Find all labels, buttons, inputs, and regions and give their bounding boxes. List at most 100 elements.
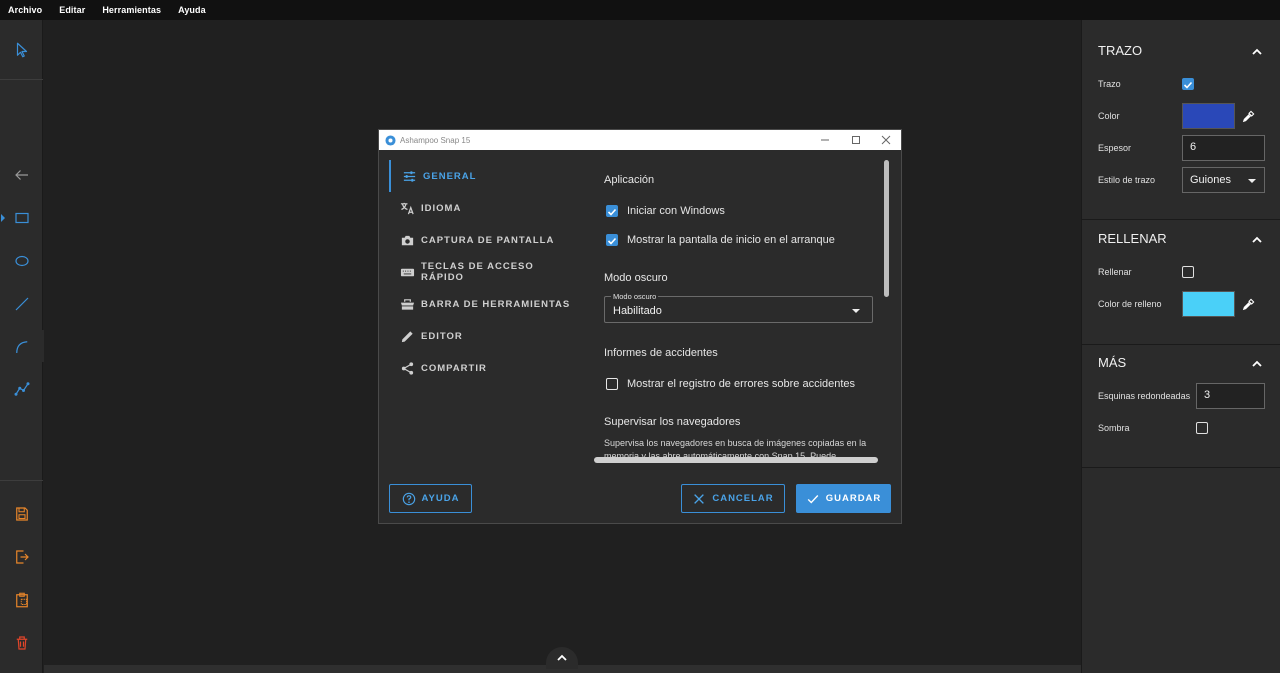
export-tool[interactable]	[0, 540, 43, 574]
informes-heading: Informes de accidentes	[604, 347, 718, 359]
check-icon	[607, 208, 617, 216]
sombra-checkbox[interactable]	[1196, 422, 1208, 434]
nav-label: IDIOMA	[421, 202, 462, 214]
iniciar-windows-option[interactable]: Iniciar con Windows	[606, 205, 725, 217]
eyedropper-icon[interactable]	[1241, 296, 1257, 312]
keyboard-icon	[400, 268, 415, 276]
guardar-label: GUARDAR	[825, 493, 882, 504]
polyline-tool[interactable]	[0, 372, 43, 406]
nav-label: COMPARTIR	[421, 362, 487, 374]
nav-captura[interactable]: CAPTURA DE PANTALLA	[389, 224, 579, 256]
trash-icon	[16, 636, 27, 650]
line-tool[interactable]	[0, 287, 43, 321]
color-relleno-label: Color de relleno	[1098, 299, 1162, 309]
mostrar-inicio-option[interactable]: Mostrar la pantalla de inicio en el arra…	[606, 234, 835, 246]
toolbox-icon	[400, 298, 415, 310]
settings-dialog: Ashampoo Snap 15 GENERAL IDIOMA CAPTURA …	[378, 129, 902, 524]
sombra-label: Sombra	[1098, 423, 1130, 433]
mostrar-registro-checkbox[interactable]	[606, 378, 618, 390]
fill-color-swatch[interactable]	[1182, 291, 1235, 317]
menu-herramientas[interactable]: Herramientas	[102, 5, 161, 15]
trazo-label: Trazo	[1098, 79, 1121, 89]
export-icon	[15, 550, 29, 564]
caret-down-icon	[1248, 179, 1256, 183]
cancelar-label: CANCELAR	[712, 493, 774, 504]
line-icon	[15, 297, 28, 311]
maximize-icon[interactable]	[850, 134, 862, 146]
espesor-input[interactable]: 6	[1182, 135, 1265, 161]
espesor-label: Espesor	[1098, 143, 1132, 153]
toolbar-divider	[0, 480, 43, 481]
estilo-select[interactable]: Guiones	[1182, 167, 1265, 193]
arrow-tool[interactable]	[0, 158, 43, 192]
eyedropper-icon[interactable]	[1241, 108, 1257, 124]
nav-teclas[interactable]: TECLAS DE ACCESO RÁPIDO	[389, 256, 579, 288]
check-icon	[1183, 81, 1193, 89]
translate-icon	[400, 202, 414, 214]
iniciar-windows-label: Iniciar con Windows	[627, 205, 725, 217]
clipboard-tool[interactable]	[0, 583, 43, 617]
nav-label: TECLAS DE ACCESO RÁPIDO	[421, 261, 534, 283]
iniciar-windows-checkbox[interactable]	[606, 205, 618, 217]
ellipse-tool[interactable]	[0, 244, 43, 278]
app-logo-icon	[385, 134, 396, 146]
rellenar-label: Rellenar	[1098, 267, 1132, 277]
nav-barra[interactable]: BARRA DE HERRAMIENTAS	[389, 288, 579, 320]
horizontal-scrollbar[interactable]	[594, 457, 878, 463]
trazo-section: TRAZO Trazo Color Espesor 6 Estilo de tr…	[1082, 20, 1280, 220]
delete-tool[interactable]	[0, 626, 43, 660]
nav-general[interactable]: GENERAL	[389, 160, 579, 192]
supervisar-heading: Supervisar los navegadores	[604, 416, 741, 428]
sliders-icon	[403, 170, 416, 182]
modo-oscuro-value: Habilitado	[613, 305, 662, 317]
cancelar-button[interactable]: CANCELAR	[681, 484, 785, 513]
chevron-up-icon[interactable]	[1251, 358, 1263, 370]
estilo-label: Estilo de trazo	[1098, 175, 1156, 185]
menu-editar[interactable]: Editar	[59, 5, 85, 15]
chevron-up-icon[interactable]	[1251, 46, 1263, 58]
mostrar-inicio-label: Mostrar la pantalla de inicio en el arra…	[627, 234, 835, 246]
nav-compartir[interactable]: COMPARTIR	[389, 352, 579, 384]
scrollbar-thumb[interactable]	[884, 160, 889, 297]
menu-ayuda[interactable]: Ayuda	[178, 5, 206, 15]
nav-editor[interactable]: EDITOR	[389, 320, 579, 352]
rellenar-checkbox[interactable]	[1182, 266, 1194, 278]
nav-label: GENERAL	[423, 170, 477, 182]
chevron-up-icon	[557, 654, 567, 661]
stroke-color-swatch[interactable]	[1182, 103, 1235, 129]
rectangle-tool[interactable]	[0, 201, 43, 235]
estilo-value: Guiones	[1190, 174, 1231, 186]
mostrar-registro-option[interactable]: Mostrar el registro de errores sobre acc…	[606, 378, 855, 390]
save-icon	[15, 507, 28, 521]
arrow-left-icon	[14, 170, 28, 180]
close-icon	[694, 493, 705, 504]
aplicacion-heading: Aplicación	[604, 174, 655, 186]
color-label: Color	[1098, 111, 1120, 121]
ayuda-button[interactable]: AYUDA	[389, 484, 472, 513]
select-tool[interactable]	[0, 33, 43, 67]
check-icon	[607, 237, 617, 245]
toolbar-divider	[0, 79, 43, 80]
nav-label: EDITOR	[421, 330, 463, 342]
save-tool[interactable]	[0, 497, 43, 531]
nav-idioma[interactable]: IDIOMA	[389, 192, 579, 224]
check-icon	[807, 494, 819, 504]
vertical-scrollbar[interactable]	[884, 160, 890, 462]
trazo-title: TRAZO	[1098, 43, 1143, 58]
menu-archivo[interactable]: Archivo	[8, 5, 42, 15]
esquinas-input[interactable]: 3	[1196, 383, 1265, 409]
mostrar-inicio-checkbox[interactable]	[606, 234, 618, 246]
polyline-icon	[14, 382, 29, 396]
esquinas-label: Esquinas redondeadas	[1098, 391, 1191, 401]
rectangle-icon	[14, 212, 29, 224]
help-circle-icon	[402, 492, 415, 505]
mostrar-registro-label: Mostrar el registro de errores sobre acc…	[627, 378, 856, 390]
close-icon[interactable]	[880, 134, 892, 146]
guardar-button[interactable]: GUARDAR	[796, 484, 891, 513]
minimize-icon[interactable]	[819, 134, 831, 146]
modo-oscuro-select[interactable]: Modo oscuro Habilitado	[604, 292, 873, 323]
mas-title: MÁS	[1098, 355, 1127, 370]
trazo-checkbox[interactable]	[1182, 78, 1194, 90]
cursor-icon	[16, 42, 27, 58]
chevron-up-icon[interactable]	[1251, 234, 1263, 246]
